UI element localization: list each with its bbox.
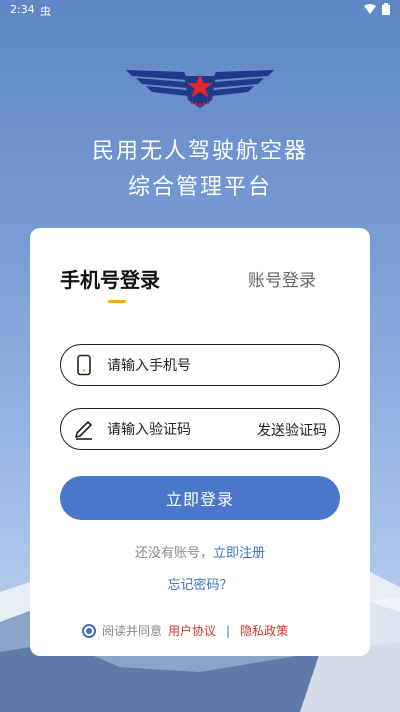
login-card: 手机号登录 账号登录 发送验证码 立即登录 还没有账号，立即注册 忘记密码？ 阅… [30,228,370,656]
civil-aviation-logo [126,70,274,108]
phone-field[interactable] [60,344,340,387]
app-title-line2: 综合管理平台 [127,175,272,200]
code-input[interactable] [105,409,269,451]
agree-prefix: 阅读并同意 [102,624,163,638]
tab-account-login[interactable]: 账号登录 [248,266,316,291]
privacy-policy-link[interactable]: 隐私政策 [240,622,288,639]
send-code-button[interactable]: 发送验证码 [257,420,327,440]
code-field[interactable]: 发送验证码 [60,408,340,451]
register-row: 还没有账号，立即注册 [30,542,370,561]
pen-icon [75,421,92,440]
app-title-line1: 民用无人驾驶航空器 [91,139,308,164]
wifi-icon [364,4,376,14]
login-button[interactable]: 立即登录 [60,476,340,520]
status-time: 2:34 [10,3,35,16]
agreement-separator: | [226,623,231,638]
tab-phone-login[interactable]: 手机号登录 [60,264,160,293]
status-icons [364,3,390,15]
phone-icon [77,354,91,376]
status-bar: 2:34 虫 [0,0,400,20]
battery-icon [382,3,390,15]
agreement-row: 阅读并同意 用户协议 | 隐私政策 [82,622,288,639]
register-link[interactable]: 立即注册 [213,546,265,561]
forgot-password-link[interactable]: 忘记密码？ [30,574,370,593]
user-agreement-link[interactable]: 用户协议 [168,622,216,639]
debug-icon: 虫 [40,5,51,18]
agree-radio[interactable] [82,623,96,638]
phone-input[interactable] [105,345,269,387]
active-tab-indicator [108,300,126,303]
register-prompt: 还没有账号， [134,546,213,561]
